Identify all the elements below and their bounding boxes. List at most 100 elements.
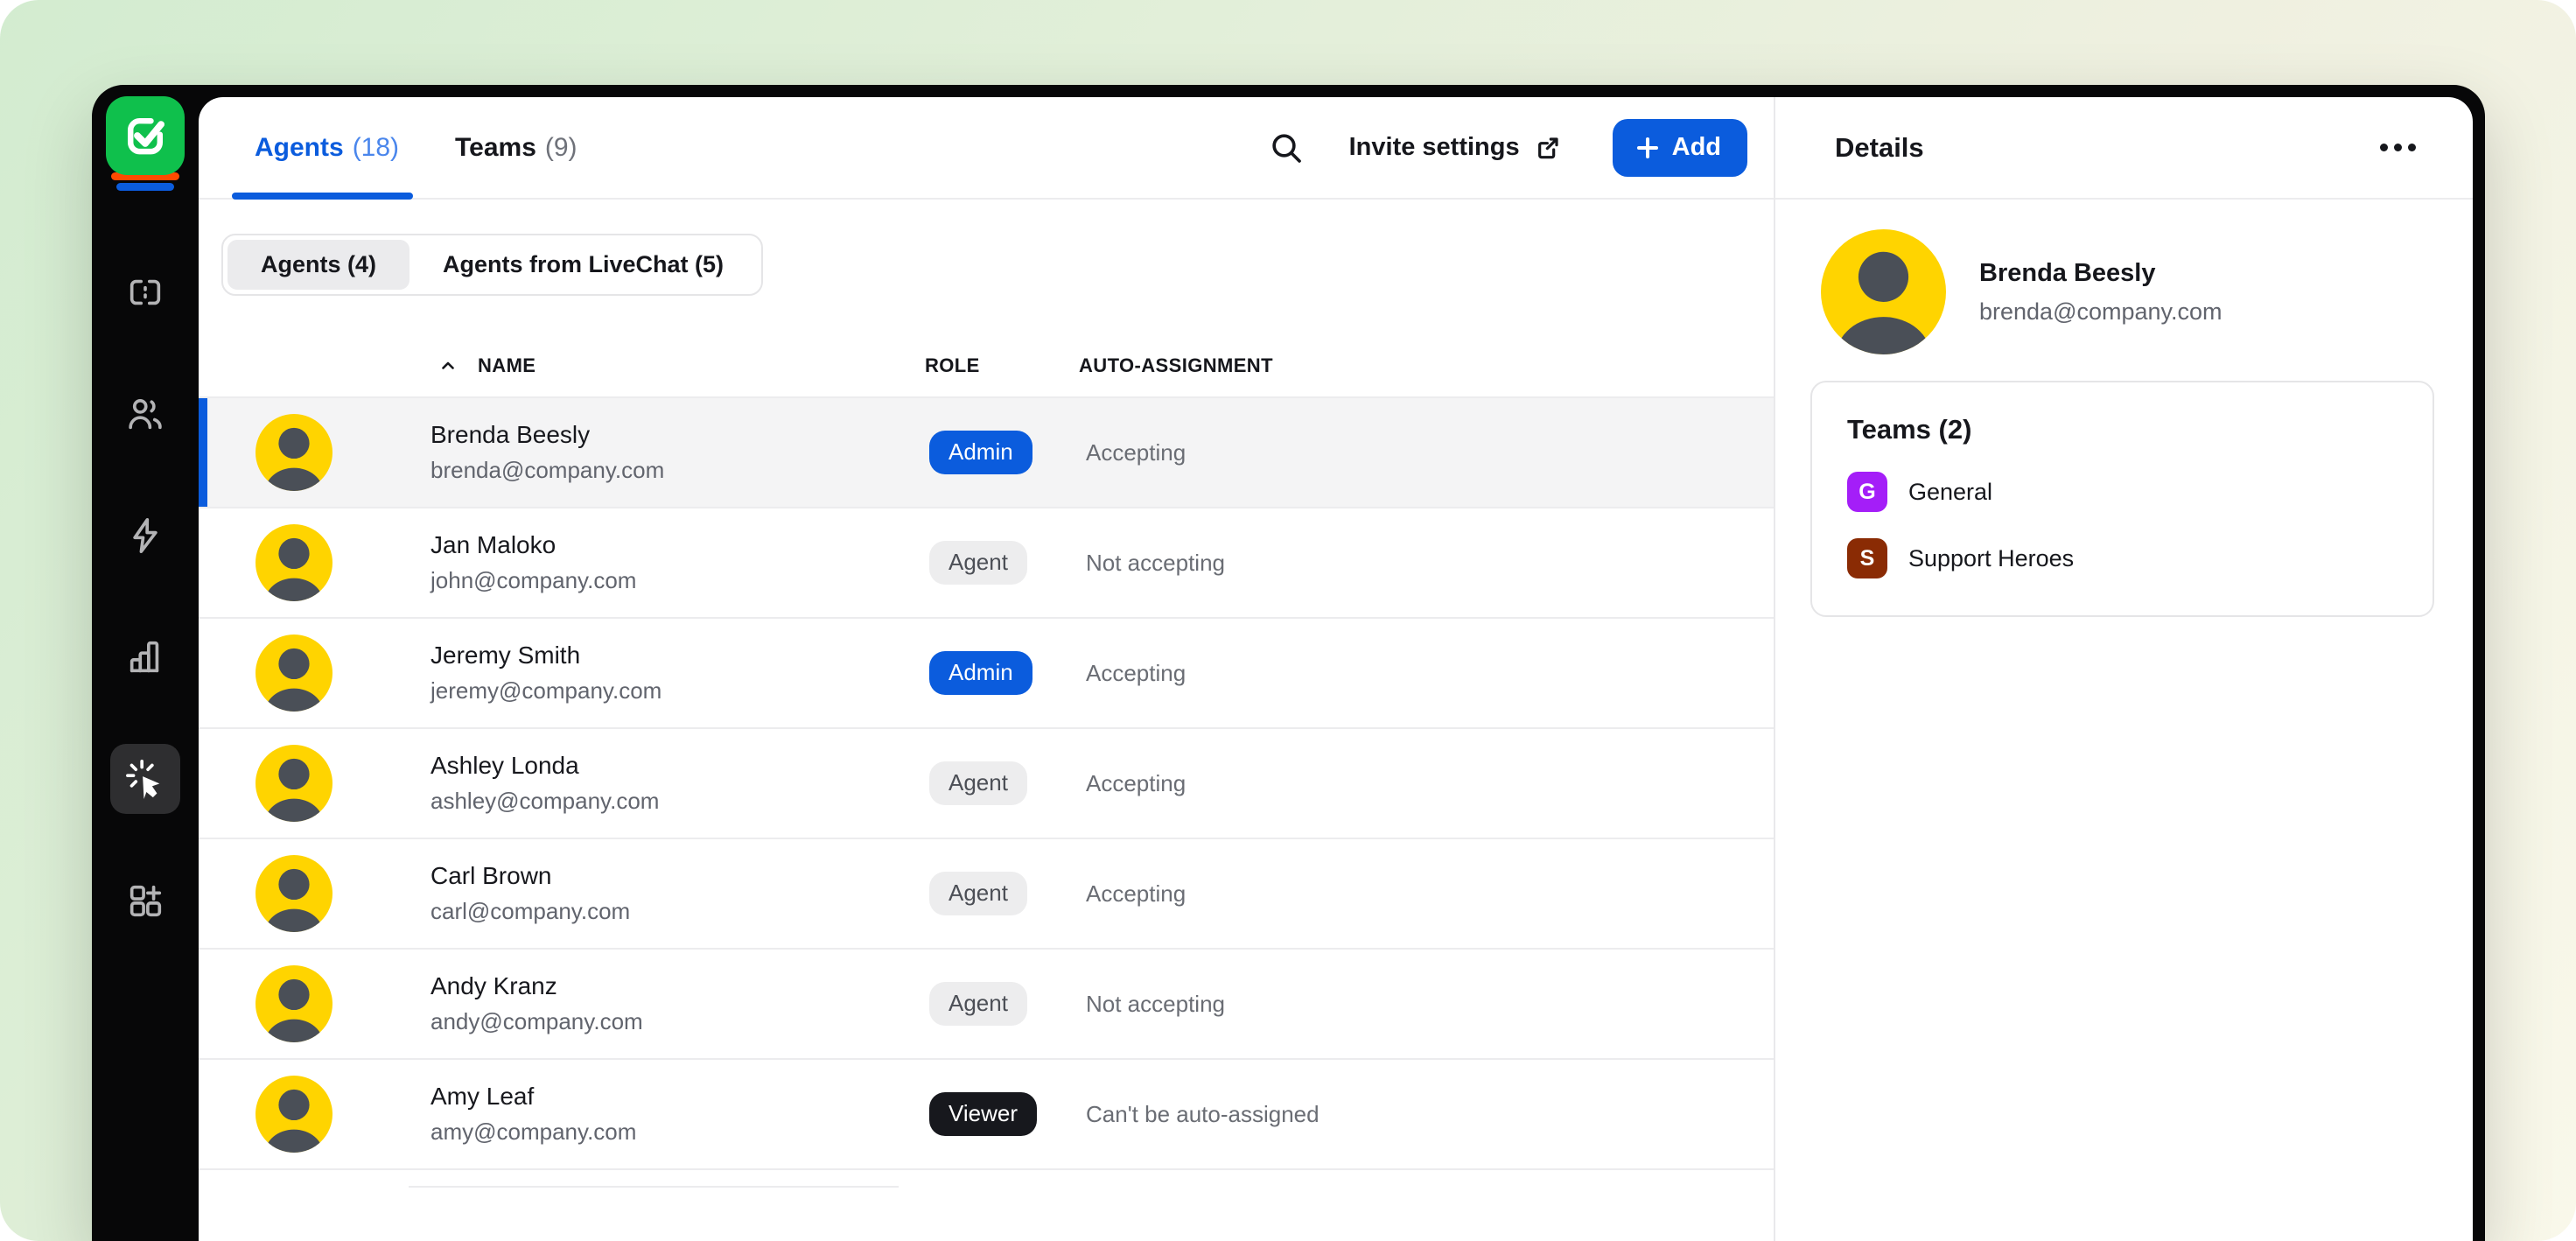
main-body: Agents (4) Agents from LiveChat (5) NAME… [199, 200, 1774, 1241]
app-switcher[interactable] [106, 96, 185, 191]
team-label: General [1908, 479, 1992, 506]
team-icon [125, 394, 165, 434]
auto-assignment-status: Accepting [1079, 880, 1774, 908]
cursor-click-icon [125, 759, 165, 799]
tab-agents-count: (18) [353, 133, 399, 163]
role-badge: Agent [929, 541, 1027, 585]
invite-settings-link[interactable]: Invite settings [1349, 133, 1562, 162]
table-row[interactable]: Andy Kranz andy@company.com Agent Not ac… [199, 950, 1774, 1060]
avatar [256, 965, 332, 1042]
agent-name: Ashley Londa [430, 752, 919, 780]
avatar-cell [199, 635, 430, 712]
team-initial-badge: S [1847, 538, 1887, 578]
agent-name: Brenda Beesly [430, 421, 919, 449]
sidebar-nav [110, 257, 180, 936]
agent-email: carl@company.com [430, 898, 919, 925]
app-window: Agents (18) Teams (9) Invite settings [92, 85, 2485, 1241]
sidebar-item-apps[interactable] [110, 866, 180, 936]
team-item[interactable]: S Support Heroes [1847, 538, 2398, 578]
teams-card-title: Teams (2) [1847, 414, 2398, 445]
table-row[interactable]: Amy Leaf amy@company.com Viewer Can't be… [199, 1060, 1774, 1170]
role-cell: Admin [919, 431, 1079, 474]
avatar [256, 414, 332, 491]
invite-settings-label: Invite settings [1349, 133, 1520, 162]
table-row[interactable]: Jeremy Smith jeremy@company.com Admin Ac… [199, 619, 1774, 729]
agent-name: Jan Maloko [430, 531, 919, 559]
column-header-role: ROLE [919, 354, 1079, 377]
agent-name: Amy Leaf [430, 1083, 919, 1111]
avatar [256, 745, 332, 822]
auto-assignment-status: Can't be auto-assigned [1079, 1101, 1774, 1128]
details-profile: Brenda Beesly brenda@company.com [1810, 229, 2434, 354]
sidebar-item-automation[interactable] [110, 501, 180, 571]
teams-card: Teams (2) G General S Support Heroes [1810, 381, 2434, 617]
table-row[interactable]: Carl Brown carl@company.com Agent Accept… [199, 839, 1774, 950]
search-button[interactable] [1262, 123, 1311, 172]
avatar [256, 524, 332, 601]
tab-teams[interactable]: Teams (9) [455, 97, 578, 198]
table-row[interactable]: Jan Maloko john@company.com Agent Not ac… [199, 508, 1774, 619]
agent-name: Carl Brown [430, 862, 919, 890]
role-cell: Viewer [919, 1092, 1079, 1136]
reports-chart-icon [125, 637, 165, 677]
tab-agents-label: Agents [255, 133, 344, 163]
agent-name: Andy Kranz [430, 972, 919, 1000]
avatar-cell [199, 1076, 430, 1153]
sidebar-item-tracking[interactable] [110, 744, 180, 814]
profile-email: brenda@company.com [1979, 298, 2222, 326]
team-label: Support Heroes [1908, 545, 2074, 572]
teams-list: G General S Support Heroes [1847, 472, 2398, 578]
auto-assignment-status: Accepting [1079, 770, 1774, 797]
column-header-auto-assignment: AUTO-ASSIGNMENT [1079, 354, 1774, 377]
sort-ascending-icon [438, 355, 458, 376]
sidebar-item-tickets[interactable] [110, 257, 180, 327]
avatar-cell [199, 524, 430, 601]
column-header-name[interactable]: NAME [199, 354, 919, 377]
tab-teams-count: (9) [545, 133, 578, 163]
agents-source-segmented-control: Agents (4) Agents from LiveChat (5) [221, 234, 763, 296]
sidebar-item-team[interactable] [110, 379, 180, 449]
role-cell: Agent [919, 872, 1079, 915]
table-row[interactable]: Ashley Londa ashley@company.com Agent Ac… [199, 729, 1774, 839]
agents-table-header: NAME ROLE AUTO-ASSIGNMENT [199, 335, 1774, 398]
details-body: Brenda Beesly brenda@company.com Teams (… [1775, 200, 2473, 617]
agents-table-body: Brenda Beesly brenda@company.com Admin A… [199, 398, 1774, 1170]
segment-agents-from-livechat[interactable]: Agents from LiveChat (5) [410, 240, 757, 290]
profile-name: Brenda Beesly [1979, 259, 2222, 288]
agent-name-cell: Brenda Beesly brenda@company.com [430, 421, 919, 484]
avatar-cell [199, 965, 430, 1042]
avatar-cell [199, 855, 430, 932]
team-initial-badge: G [1847, 472, 1887, 512]
table-row[interactable]: Brenda Beesly brenda@company.com Admin A… [199, 398, 1774, 508]
add-button[interactable]: Add [1613, 119, 1747, 177]
avatar-cell [199, 745, 430, 822]
segment-agents[interactable]: Agents (4) [228, 240, 410, 290]
avatar [256, 635, 332, 712]
agent-email: john@company.com [430, 567, 919, 594]
role-badge: Admin [929, 651, 1032, 695]
main-header: Agents (18) Teams (9) Invite settings [199, 97, 1774, 200]
profile-texts: Brenda Beesly brenda@company.com [1979, 259, 2222, 326]
tickets-icon [125, 272, 165, 312]
role-badge: Agent [929, 982, 1027, 1026]
team-item[interactable]: G General [1847, 472, 2398, 512]
agent-name-cell: Carl Brown carl@company.com [430, 862, 919, 925]
role-cell: Agent [919, 761, 1079, 805]
role-badge: Viewer [929, 1092, 1037, 1136]
agent-email: andy@company.com [430, 1008, 919, 1035]
details-menu-button[interactable] [2375, 125, 2420, 171]
auto-assignment-status: Not accepting [1079, 991, 1774, 1018]
agent-email: jeremy@company.com [430, 677, 919, 705]
sidebar-item-reports[interactable] [110, 622, 180, 692]
avatar [256, 855, 332, 932]
details-title: Details [1835, 132, 1924, 164]
details-header: Details [1775, 97, 2473, 200]
role-badge: Admin [929, 431, 1032, 474]
role-cell: Agent [919, 541, 1079, 585]
role-cell: Admin [919, 651, 1079, 695]
agent-email: amy@company.com [430, 1118, 919, 1146]
auto-assignment-status: Accepting [1079, 660, 1774, 687]
auto-assignment-status: Not accepting [1079, 550, 1774, 577]
tab-agents[interactable]: Agents (18) [255, 97, 399, 198]
agent-name-cell: Jeremy Smith jeremy@company.com [430, 642, 919, 705]
